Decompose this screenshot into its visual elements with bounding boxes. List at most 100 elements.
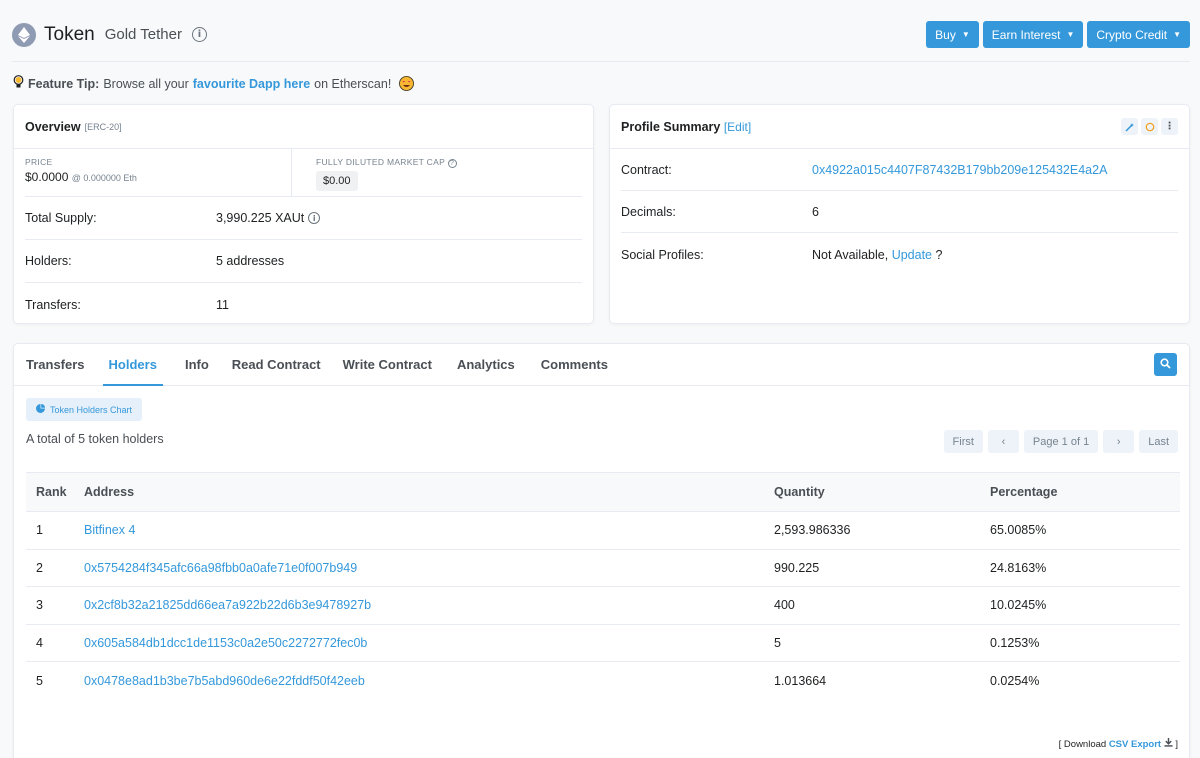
tab-bar: Transfers Holders Info Read Contract Wri… xyxy=(14,344,1189,386)
csv-export-link[interactable]: CSV Export xyxy=(1109,739,1161,750)
earn-interest-button[interactable]: Earn Interest ▼ xyxy=(982,21,1084,48)
profile-header: Profile Summary [Edit] ⋮ xyxy=(610,105,1189,149)
total-holders-text: A total of 5 token holders xyxy=(26,432,164,446)
pagination: First ‹ Page 1 of 1 › Last xyxy=(943,430,1178,453)
earn-interest-label: Earn Interest xyxy=(991,27,1061,42)
csv-suffix: ] xyxy=(1175,739,1178,750)
next-page-button[interactable]: › xyxy=(1103,430,1135,453)
profile-tools: ⋮ xyxy=(1121,118,1178,135)
price-value: $0.0000 xyxy=(25,170,69,184)
ethereum-logo-icon xyxy=(12,22,36,47)
feature-tip-suffix: on Etherscan! xyxy=(314,76,392,91)
rank-cell: 5 xyxy=(36,673,43,688)
crypto-credit-button[interactable]: Crypto Credit ▼ xyxy=(1087,21,1190,48)
holders-value: 5 addresses xyxy=(216,254,285,268)
quantity-cell: 1.013664 xyxy=(774,673,827,688)
quantity-cell: 5 xyxy=(774,624,990,662)
holder-address-link[interactable]: Bitfinex 4 xyxy=(84,523,135,537)
info-icon[interactable]: i xyxy=(308,212,321,224)
market-cap-block: FULLY DILUTED MARKET CAP ? $0.00 xyxy=(292,149,582,196)
tab-comments[interactable]: Comments xyxy=(529,344,620,385)
overview-title: Overview xyxy=(25,119,81,134)
contract-address-link[interactable]: 0x4922a015c4407F87432B179bb209e125432E4a… xyxy=(812,163,1107,177)
search-icon xyxy=(1160,357,1171,372)
last-page-button[interactable]: Last xyxy=(1139,430,1178,453)
column-address: Address xyxy=(84,472,774,512)
circle-icon[interactable] xyxy=(1141,118,1158,135)
profile-title: Profile Summary xyxy=(621,119,721,134)
magic-wand-icon[interactable] xyxy=(1121,118,1138,135)
search-button[interactable] xyxy=(1154,353,1177,376)
feature-tip-label: Feature Tip: xyxy=(28,76,100,91)
edit-profile-link[interactable]: [Edit] xyxy=(724,120,751,134)
market-cap-label: FULLY DILUTED MARKET CAP xyxy=(316,157,445,167)
column-rank: Rank xyxy=(26,472,84,512)
question-icon[interactable]: ? xyxy=(447,159,457,168)
decimals-value: 6 xyxy=(812,204,819,219)
total-supply-value: 3,990.225 XAUt xyxy=(216,211,305,225)
contract-label: Contract: xyxy=(621,162,672,177)
table-row: 1 Bitfinex 4 2,593.986336 65.0085% xyxy=(26,511,1180,550)
total-supply-row: Total Supply: 3,990.225 XAUt i xyxy=(25,197,582,240)
social-profiles-status: Not Available, xyxy=(812,248,889,262)
table-row: 2 0x5754284f345afc66a98fbb0a0afe71e0f007… xyxy=(26,549,1180,587)
price-block: PRICE $0.0000 @ 0.000000 Eth xyxy=(25,149,292,196)
page-indicator: Page 1 of 1 xyxy=(1023,430,1099,453)
social-profiles-row: Social Profiles: Not Available, Update ? xyxy=(621,233,1178,277)
transfers-label: Transfers: xyxy=(25,297,81,312)
header-buttons: Buy ▼ Earn Interest ▼ Crypto Credit ▼ xyxy=(926,21,1190,48)
profile-title-group: Profile Summary [Edit] xyxy=(621,120,751,134)
csv-export: [ Download CSV Export ] xyxy=(1059,738,1178,750)
token-holders-chart-button[interactable]: Token Holders Chart xyxy=(26,398,143,421)
rank-cell: 1 xyxy=(26,511,84,550)
table-row: 5 0x0478e8ad1b3be7b5abd960de6e22fddf50f4… xyxy=(26,662,1180,700)
page-title: Token xyxy=(44,23,95,45)
feature-tip-text: Browse all your xyxy=(103,76,189,91)
tab-write-contract[interactable]: Write Contract xyxy=(332,344,443,385)
total-supply-label: Total Supply: xyxy=(25,211,97,225)
market-cap-value: $0.00 xyxy=(316,171,358,191)
title-group: Token Gold Tether i xyxy=(12,22,207,47)
holder-address-link[interactable]: 0x5754284f345afc66a98fbb0a0afe71e0f007b9… xyxy=(84,561,357,575)
quantity-cell: 2,593.986336 xyxy=(774,511,990,550)
token-name: Gold Tether xyxy=(104,26,182,43)
favourite-dapp-link[interactable]: favourite Dapp here xyxy=(193,77,310,91)
tab-info[interactable]: Info xyxy=(173,344,221,385)
table-row: 3 0x2cf8b32a21825dd66ea7a922b22d6b3e9478… xyxy=(26,586,1180,625)
social-profiles-value: Not Available, Update ? xyxy=(812,248,942,262)
contract-row: Contract: 0x4922a015c4407F87432B179bb209… xyxy=(621,149,1178,191)
table-row: 4 0x605a584db1dcc1de1153c0a2e50c2272772f… xyxy=(26,624,1180,662)
rank-cell: 2 xyxy=(26,549,84,587)
tab-transfers[interactable]: Transfers xyxy=(14,344,97,385)
market-cap-label-row: FULLY DILUTED MARKET CAP ? xyxy=(316,157,582,168)
token-holders-chart-label: Token Holders Chart xyxy=(50,404,133,415)
profile-summary-card: Profile Summary [Edit] ⋮ Contract: 0x492… xyxy=(609,104,1190,324)
overview-card: Overview [ERC-20] PRICE $0.0000 @ 0.0000… xyxy=(13,104,594,324)
price-value-row: $0.0000 @ 0.000000 Eth xyxy=(25,170,291,184)
tab-analytics[interactable]: Analytics xyxy=(443,344,529,385)
price-eth: @ 0.000000 Eth xyxy=(71,173,137,183)
chevron-down-icon: ▼ xyxy=(961,30,970,39)
more-options-icon[interactable]: ⋮ xyxy=(1161,118,1178,135)
info-icon[interactable]: i xyxy=(191,27,207,42)
buy-button[interactable]: Buy ▼ xyxy=(926,21,979,48)
tab-read-contract[interactable]: Read Contract xyxy=(221,344,332,385)
holder-address-link[interactable]: 0x0478e8ad1b3be7b5abd960de6e22fddf50f42e… xyxy=(84,674,365,688)
update-profile-link[interactable]: Update xyxy=(892,248,932,262)
holders-row: Holders: 5 addresses xyxy=(25,240,582,283)
percentage-cell: 0.0254% xyxy=(990,673,1040,688)
tab-holders[interactable]: Holders xyxy=(102,344,164,386)
lightbulb-icon xyxy=(13,75,24,92)
rank-cell: 4 xyxy=(26,624,84,662)
previous-page-button[interactable]: ‹ xyxy=(987,430,1019,453)
holder-address-link[interactable]: 0x605a584db1dcc1de1153c0a2e50c2272772fec… xyxy=(84,636,367,650)
buy-label: Buy xyxy=(935,27,956,42)
social-question: ? xyxy=(935,248,943,262)
pie-chart-icon xyxy=(36,404,45,415)
price-label: PRICE xyxy=(25,157,53,167)
download-icon xyxy=(1164,738,1176,750)
social-profiles-label: Social Profiles: xyxy=(621,248,704,262)
holder-address-link[interactable]: 0x2cf8b32a21825dd66ea7a922b22d6b3e947892… xyxy=(84,598,371,612)
first-page-button[interactable]: First xyxy=(943,430,983,453)
token-standard: [ERC-20] xyxy=(84,121,122,132)
